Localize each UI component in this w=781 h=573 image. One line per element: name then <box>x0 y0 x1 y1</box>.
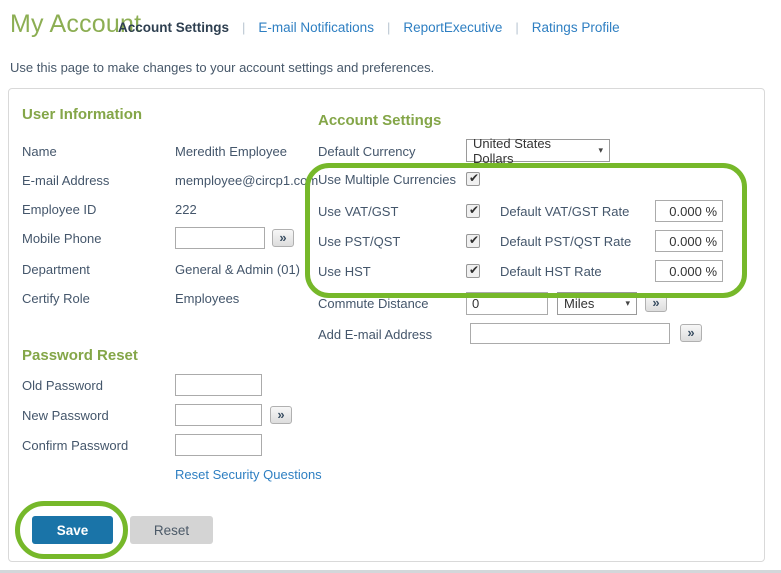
employee-id-value: 222 <box>175 202 197 217</box>
name-value: Meredith Employee <box>175 144 287 159</box>
use-vat-gst-checkbox[interactable]: ✔ <box>466 204 480 218</box>
mobile-phone-input[interactable] <box>175 227 265 249</box>
double-chevron-icon: » <box>277 406 285 422</box>
new-password-input[interactable] <box>175 404 262 426</box>
email-address-value: memployee@circp1.com <box>175 173 319 188</box>
certify-role-label: Certify Role <box>22 291 90 306</box>
commute-distance-input[interactable] <box>466 292 548 315</box>
my-account-page: My Account Account Settings | E-mail Not… <box>0 0 781 573</box>
use-pst-qst-checkbox[interactable]: ✔ <box>466 234 480 248</box>
page-description: Use this page to make changes to your ac… <box>10 60 435 75</box>
reset-security-questions-link[interactable]: Reset Security Questions <box>175 467 322 482</box>
default-hst-rate-label: Default HST Rate <box>500 264 602 279</box>
default-currency-selected-value: United States Dollars <box>473 135 552 166</box>
checkmark-icon: ✔ <box>468 233 480 247</box>
tab-email-notifications[interactable]: E-mail Notifications <box>258 20 374 35</box>
commute-unit-select[interactable]: Miles ▾ <box>557 292 637 315</box>
department-value: General & Admin (01) <box>175 262 301 277</box>
employee-id-label: Employee ID <box>22 202 97 217</box>
checkmark-icon: ✔ <box>468 263 480 277</box>
commute-distance-label: Commute Distance <box>318 296 429 311</box>
default-hst-rate-input[interactable] <box>655 260 723 282</box>
commute-distance-submit-button[interactable]: » <box>645 294 667 312</box>
tab-separator: | <box>515 20 519 35</box>
mobile-phone-submit-button[interactable]: » <box>272 229 294 247</box>
user-information-heading: User Information <box>22 106 143 123</box>
mobile-phone-label: Mobile Phone <box>22 231 102 246</box>
checkmark-icon: ✔ <box>468 171 480 185</box>
double-chevron-icon: » <box>652 294 660 310</box>
tab-account-settings[interactable]: Account Settings <box>118 20 229 35</box>
confirm-password-input[interactable] <box>175 434 262 456</box>
double-chevron-icon: » <box>687 324 695 340</box>
add-email-address-input[interactable] <box>470 323 670 344</box>
default-pst-qst-rate-label: Default PST/QST Rate <box>500 234 632 249</box>
new-password-label: New Password <box>22 408 109 423</box>
default-vat-gst-rate-label: Default VAT/GST Rate <box>500 204 630 219</box>
commute-unit-selected-value: Miles <box>564 296 595 311</box>
account-settings-heading: Account Settings <box>318 112 442 129</box>
tab-separator: | <box>242 20 246 35</box>
default-vat-gst-rate-input[interactable] <box>655 200 723 222</box>
default-currency-label: Default Currency <box>318 144 416 159</box>
dropdown-arrow-icon: ▾ <box>598 145 603 155</box>
save-button[interactable]: Save <box>32 516 113 544</box>
password-reset-heading: Password Reset <box>22 347 138 364</box>
name-label: Name <box>22 144 57 159</box>
use-multiple-currencies-label: Use Multiple Currencies <box>318 172 456 187</box>
tab-bar: Account Settings | E-mail Notifications … <box>118 20 620 35</box>
department-label: Department <box>22 262 90 277</box>
use-hst-checkbox[interactable]: ✔ <box>466 264 480 278</box>
add-email-address-label: Add E-mail Address <box>318 327 433 342</box>
default-pst-qst-rate-input[interactable] <box>655 230 723 252</box>
double-chevron-icon: » <box>279 229 287 245</box>
use-pst-qst-label: Use PST/QST <box>318 234 401 249</box>
certify-role-value: Employees <box>175 291 240 306</box>
dropdown-arrow-icon: ▾ <box>625 298 630 308</box>
email-address-label: E-mail Address <box>22 173 110 188</box>
tab-separator: | <box>386 20 391 35</box>
add-email-submit-button[interactable]: » <box>680 324 702 342</box>
old-password-label: Old Password <box>22 378 103 393</box>
default-currency-select[interactable]: United States Dollars ▾ <box>466 136 610 166</box>
use-vat-gst-label: Use VAT/GST <box>318 204 399 219</box>
use-hst-label: Use HST <box>318 264 371 279</box>
reset-button[interactable]: Reset <box>130 516 213 544</box>
old-password-input[interactable] <box>175 374 262 396</box>
tab-ratings-profile[interactable]: Ratings Profile <box>532 20 620 35</box>
use-multiple-currencies-checkbox[interactable]: ✔ <box>466 172 480 186</box>
tab-reportexecutive[interactable]: ReportExecutive <box>403 20 502 35</box>
checkmark-icon: ✔ <box>468 203 480 217</box>
password-submit-button[interactable]: » <box>270 406 292 424</box>
confirm-password-label: Confirm Password <box>22 438 129 453</box>
